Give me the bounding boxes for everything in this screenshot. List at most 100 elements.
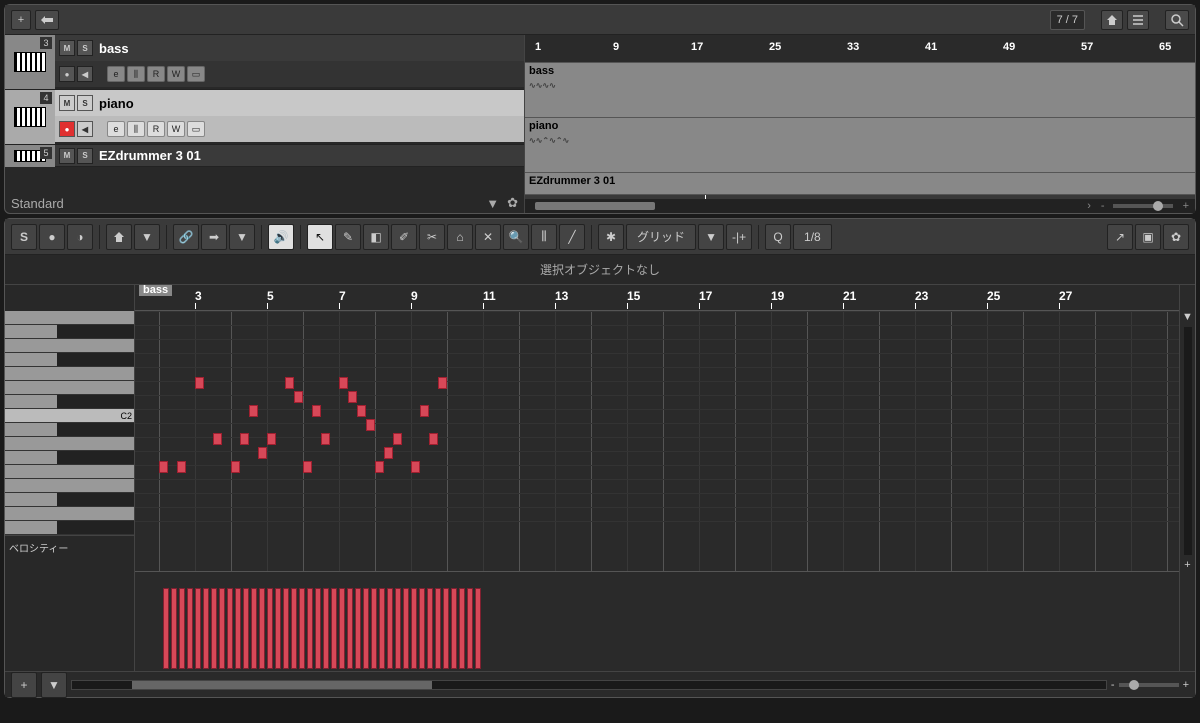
piano-key[interactable] [5,423,134,437]
selection-tool[interactable]: ↖ [307,224,333,250]
arrangement-ruler[interactable]: 1917253341495765 [525,35,1195,63]
velocity-bar[interactable] [179,588,185,669]
midi-note[interactable] [393,433,402,445]
piano-key[interactable] [5,479,134,493]
quantize-value-select[interactable]: 1/8 [793,224,832,250]
midi-note[interactable] [177,461,186,473]
velocity-bar[interactable] [211,588,217,669]
channel-setup-button[interactable]: ⫼ [127,121,145,137]
midi-note[interactable] [357,405,366,417]
midi-note[interactable] [438,377,447,389]
write-automation-button[interactable]: W [167,66,185,82]
midi-note[interactable] [411,461,420,473]
link-button[interactable]: 🔗 [173,224,199,250]
midi-note[interactable] [303,461,312,473]
velocity-lane-label[interactable]: ベロシティー [5,535,134,635]
midi-note[interactable] [213,433,222,445]
quantize-button[interactable]: Q [765,224,791,250]
piano-key[interactable] [5,451,134,465]
velocity-bar[interactable] [411,588,417,669]
midi-note[interactable] [240,433,249,445]
list-button[interactable] [1127,10,1149,30]
dropdown-icon[interactable]: ▼ [698,224,724,250]
home-button[interactable] [106,224,132,250]
midi-note[interactable] [258,447,267,459]
search-button[interactable] [1165,10,1189,30]
lanes-button[interactable]: ▭ [187,66,205,82]
midi-note[interactable] [348,391,357,403]
window-layout-button[interactable]: ▣ [1135,224,1161,250]
velocity-bar[interactable] [395,588,401,669]
midi-note[interactable] [366,419,375,431]
zoom-in-icon[interactable]: + [1183,200,1189,212]
piano-key[interactable] [5,437,134,451]
dropdown-icon[interactable]: ▼ [229,224,255,250]
write-automation-button[interactable]: W [167,121,185,137]
midi-note[interactable] [285,377,294,389]
piano-roll-ruler[interactable]: bass 3579111315171921232527 [135,285,1179,311]
arrangement-part[interactable]: bass ∿∿∿∿ [525,63,1195,118]
velocity-bar[interactable] [387,588,393,669]
piano-key[interactable] [5,325,134,339]
open-window-button[interactable]: ↗ [1107,224,1133,250]
velocity-bar[interactable] [347,588,353,669]
velocity-bar[interactable] [171,588,177,669]
add-lane-button[interactable]: + [11,672,37,698]
part-name-label[interactable]: bass [139,285,172,296]
mute-button[interactable]: M [59,148,75,164]
midi-note[interactable] [267,433,276,445]
piano-keyboard[interactable]: C2 [5,311,134,535]
track-row[interactable]: 3 M S bass ● ◀ e ⫼ R W [5,35,524,90]
retrospective-record-button[interactable]: ◑ [67,224,93,250]
velocity-bar[interactable] [355,588,361,669]
read-automation-button[interactable]: R [147,121,165,137]
midi-note[interactable] [159,461,168,473]
lane-menu-button[interactable]: ▼ [41,672,67,698]
erase-tool[interactable]: ◧ [363,224,389,250]
piano-roll[interactable]: bass 3579111315171921232527 [135,285,1179,671]
track-name[interactable]: bass [99,41,129,56]
monitor-button[interactable]: ◀ [77,66,93,82]
velocity-bar[interactable] [459,588,465,669]
midi-note[interactable] [384,447,393,459]
mute-button[interactable]: M [59,40,75,56]
piano-key[interactable] [5,381,134,395]
piano-key[interactable] [5,339,134,353]
track-head[interactable]: 5 [5,145,55,167]
zoom-tool[interactable]: 🔍 [503,224,529,250]
velocity-bar[interactable] [243,588,249,669]
record-arm-button[interactable]: ● [59,121,75,137]
mute-button[interactable]: M [59,95,75,111]
gear-icon[interactable]: ✿ [1163,224,1189,250]
track-head[interactable]: 4 [5,90,55,144]
velocity-bar[interactable] [443,588,449,669]
piano-key[interactable]: C2 [5,409,134,423]
midi-note[interactable] [231,461,240,473]
piano-key[interactable] [5,507,134,521]
velocity-bar[interactable] [227,588,233,669]
track-name[interactable]: piano [99,96,134,111]
trim-tool[interactable]: ✐ [391,224,417,250]
channel-setup-button[interactable]: ⫼ [127,66,145,82]
velocity-bar[interactable] [315,588,321,669]
midi-note[interactable] [375,461,384,473]
velocity-bar[interactable] [379,588,385,669]
midi-note[interactable] [249,405,258,417]
zoom-out-icon[interactable]: - [1111,679,1115,691]
read-automation-button[interactable]: R [147,66,165,82]
velocity-bar[interactable] [403,588,409,669]
piano-key[interactable] [5,353,134,367]
velocity-bar[interactable] [475,588,481,669]
draw-tool[interactable]: ✎ [335,224,361,250]
record-arm-button[interactable]: ● [59,66,75,82]
dropdown-icon[interactable]: ▼ [134,224,160,250]
piano-key[interactable] [5,367,134,381]
solo-button[interactable]: S [77,40,93,56]
velocity-bar[interactable] [283,588,289,669]
solo-button[interactable]: S [77,148,93,164]
vertical-scrollbar[interactable]: ▼ + [1179,285,1195,671]
midi-note[interactable] [294,391,303,403]
nudge-button[interactable]: -|+ [726,224,752,250]
velocity-bar[interactable] [187,588,193,669]
menu-icon[interactable]: ▼ [1182,311,1193,323]
